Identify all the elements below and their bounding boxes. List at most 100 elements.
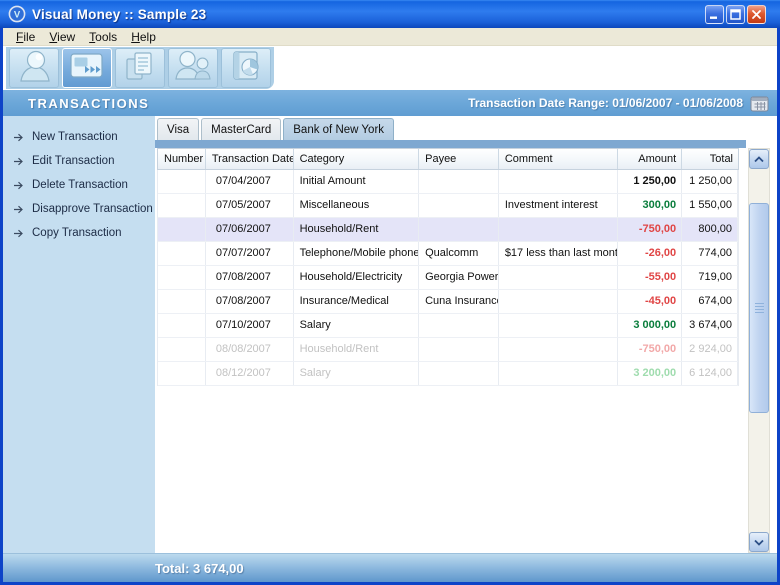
cell-total: 674,00 [682,290,738,313]
table-row[interactable]: 07/07/2007Telephone/Mobile phoneQualcomm… [158,242,738,266]
sidebar-item-copy-transaction[interactable]: Copy Transaction [3,221,155,245]
menu-help[interactable]: Help [124,30,163,44]
maximize-button[interactable] [726,5,745,24]
column-header-total[interactable]: Total [682,149,738,169]
scroll-up-button[interactable] [749,149,769,169]
toolbar-transactions-card-button[interactable] [62,48,112,88]
tab-visa[interactable]: Visa [157,118,199,140]
cell-category: Insurance/Medical [294,290,420,313]
reports-folder-icon [226,48,266,89]
cell-amount: -45,00 [618,290,682,313]
scroll-down-button[interactable] [749,532,769,552]
chevron-up-icon [754,156,764,163]
column-header-payee[interactable]: Payee [419,149,499,169]
table-row[interactable]: 07/06/2007Household/Rent-750,00800,00 [158,218,738,242]
minimize-icon [709,9,720,20]
cell-date: 07/05/2007 [206,194,294,217]
table-row[interactable]: 08/08/2007Household/Rent-750,002 924,00 [158,338,738,362]
vertical-scrollbar[interactable] [748,148,770,553]
thumb-grip-icon [755,303,764,313]
arrow-right-icon [13,205,25,214]
sidebar-item-new-transaction[interactable]: New Transaction [3,125,155,149]
toolbar-users-button[interactable] [168,48,218,88]
cell-number [158,338,206,361]
window-controls [705,5,766,24]
cell-total: 1 250,00 [682,170,738,193]
column-header-category[interactable]: Category [294,149,420,169]
column-header-number[interactable]: Number [158,149,206,169]
documents-icon [120,48,160,89]
cell-comment [499,338,619,361]
toolbar-user-button[interactable] [9,48,59,88]
cell-category: Telephone/Mobile phone [294,242,420,265]
cell-amount: 3 200,00 [618,362,682,385]
cell-total: 774,00 [682,242,738,265]
svg-text:V: V [14,10,21,21]
cell-date: 08/12/2007 [206,362,294,385]
sidebar-item-disapprove-transaction[interactable]: Disapprove Transaction [3,197,155,221]
cell-amount: 300,00 [618,194,682,217]
cell-number [158,362,206,385]
table-row[interactable]: 07/10/2007Salary3 000,003 674,00 [158,314,738,338]
cell-payee [419,338,499,361]
cell-total: 800,00 [682,218,738,241]
calendar-icon[interactable] [750,95,769,112]
cell-comment [499,362,619,385]
cell-total: 719,00 [682,266,738,289]
tab-bank-of-new-york[interactable]: Bank of New York [283,118,394,140]
arrow-right-icon [13,157,25,166]
toolbar [3,46,777,90]
app-icon: V [8,5,26,23]
sidebar-item-label: Edit Transaction [32,155,114,167]
table-row[interactable]: 07/08/2007Insurance/MedicalCuna Insuranc… [158,290,738,314]
transactions-table: NumberTransaction DateCategoryPayeeComme… [157,148,739,386]
table-row[interactable]: 07/08/2007Household/ElectricityGeorgia P… [158,266,738,290]
sidebar-item-label: Delete Transaction [32,179,128,191]
cell-total: 1 550,00 [682,194,738,217]
column-header-amount[interactable]: Amount [618,149,682,169]
table-row[interactable]: 08/12/2007Salary3 200,006 124,00 [158,362,738,386]
arrow-right-icon [13,133,25,142]
cell-date: 07/08/2007 [206,290,294,313]
close-button[interactable] [747,5,766,24]
toolbar-documents-button[interactable] [115,48,165,88]
tab-strip [155,140,746,148]
sidebar-item-delete-transaction[interactable]: Delete Transaction [3,173,155,197]
window-title: Visual Money :: Sample 23 [32,7,206,22]
toolbar-reports-folder-button[interactable] [221,48,271,88]
column-header-comment[interactable]: Comment [499,149,619,169]
tab-mastercard[interactable]: MasterCard [201,118,281,140]
scrollbar-thumb[interactable] [749,203,769,413]
section-header: TRANSACTIONS Transaction Date Range: 01/… [3,90,777,116]
sidebar-item-edit-transaction[interactable]: Edit Transaction [3,149,155,173]
maximize-icon [730,9,741,20]
cell-date: 07/10/2007 [206,314,294,337]
cell-number [158,314,206,337]
chevron-down-icon [754,539,764,546]
table-row[interactable]: 07/04/2007Initial Amount1 250,001 250,00 [158,170,738,194]
menu-view[interactable]: View [42,30,82,44]
arrow-right-icon [13,229,25,238]
cell-comment: $17 less than last month [499,242,619,265]
cell-number [158,266,206,289]
minimize-button[interactable] [705,5,724,24]
table-row[interactable]: 07/05/2007MiscellaneousInvestment intere… [158,194,738,218]
cell-payee [419,170,499,193]
table-header: NumberTransaction DateCategoryPayeeComme… [157,148,739,170]
menu-file[interactable]: File [9,30,42,44]
cell-amount: -26,00 [618,242,682,265]
sidebar-item-label: Copy Transaction [32,227,122,239]
menu-tools[interactable]: Tools [82,30,124,44]
title-bar[interactable]: V Visual Money :: Sample 23 [0,0,780,28]
main-area: New Transaction Edit Transaction Delete Tr… [3,116,777,553]
status-bar: Total: 3 674,00 [3,553,777,582]
user-icon [14,48,54,89]
cell-number [158,242,206,265]
cell-number [158,218,206,241]
cell-comment [499,170,619,193]
cell-number [158,194,206,217]
column-header-transaction-date[interactable]: Transaction Date [206,149,294,169]
sidebar: New Transaction Edit Transaction Delete Tr… [3,116,155,553]
cell-comment [499,290,619,313]
content-area: VisaMasterCardBank of New York NumberTra… [155,116,777,553]
